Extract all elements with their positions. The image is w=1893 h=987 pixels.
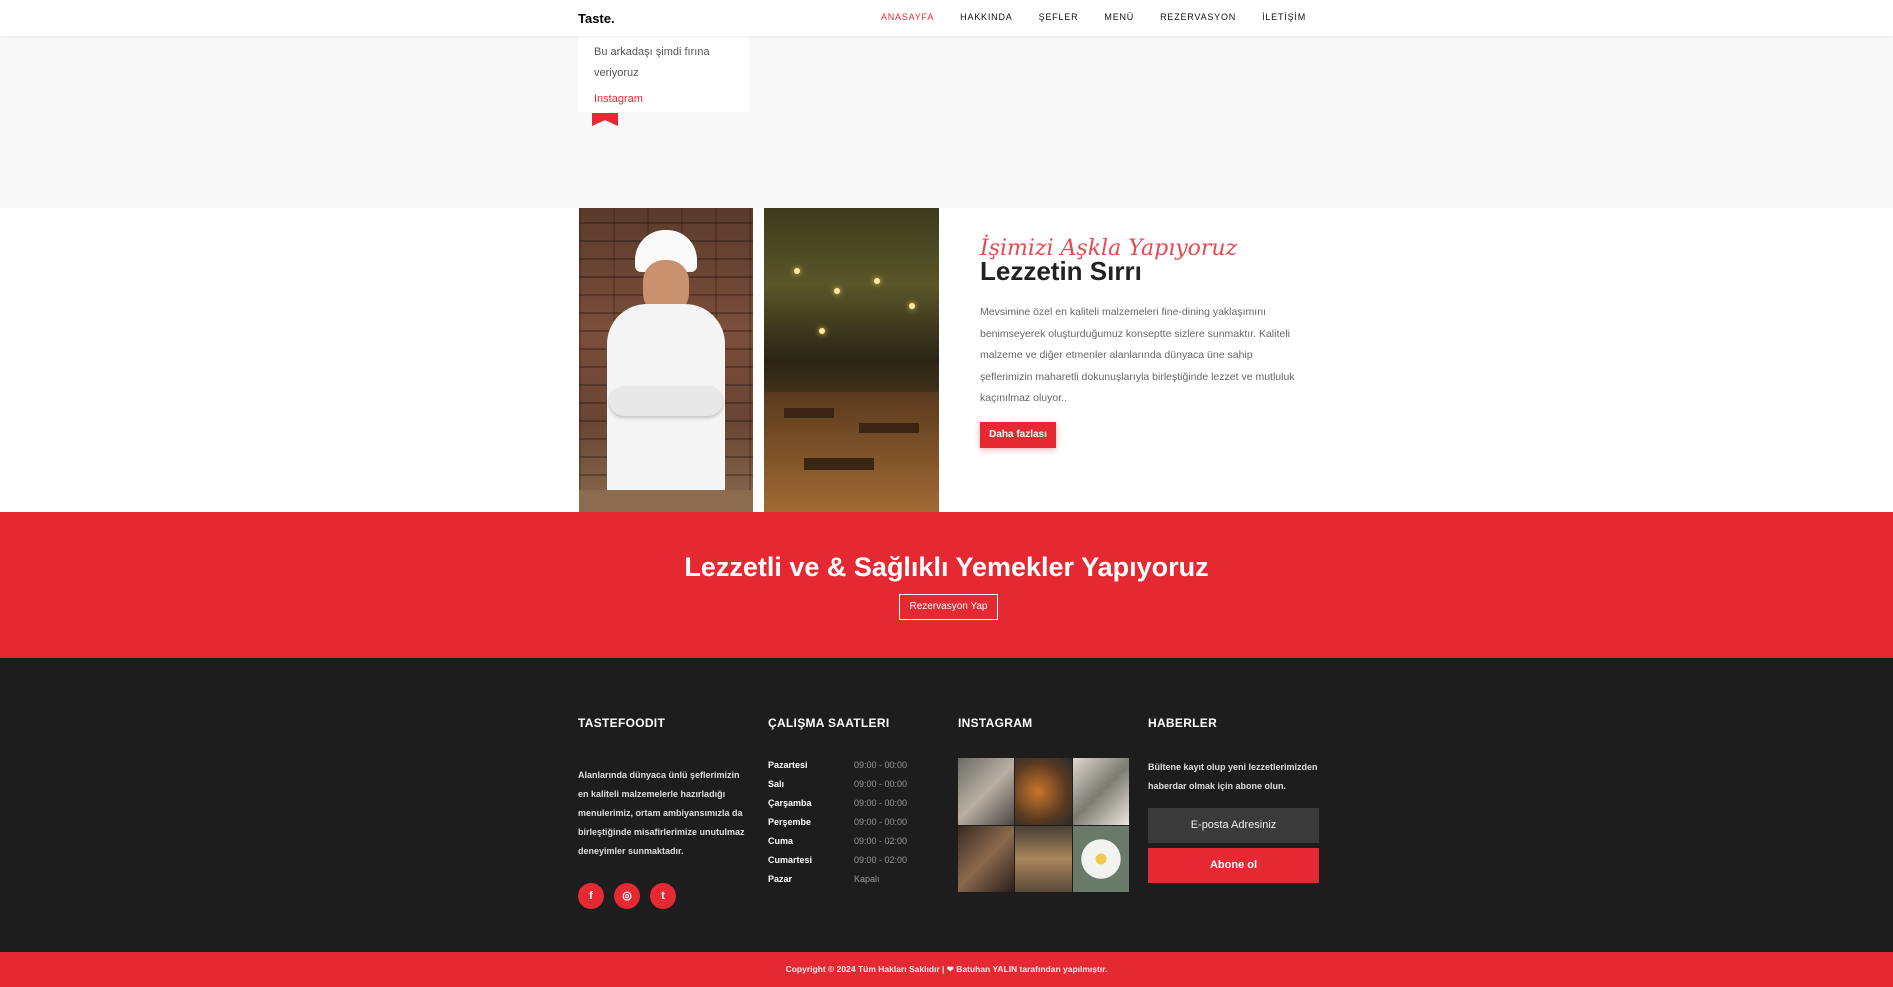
hours-day: Salı [768,779,785,789]
ceiling-light [909,303,915,309]
instagram-grid [958,758,1129,892]
hours-row: Pazar Kapalı [768,870,918,889]
hours-row: Cuma 09:00 - 02:00 [768,832,918,851]
bookmark-ribbon-icon [592,113,618,126]
newsletter-text: Bültene kayıt olup yeni lezzetlerimizden… [1148,762,1318,791]
nav-item-hakkinda[interactable]: HAKKINDA [960,12,1012,22]
main-menu: ANASAYFA HAKKINDA ŞEFLER MENÜ REZERVASYO… [881,12,1306,22]
hours-day: Çarşamba [768,798,812,808]
hours-day: Perşembe [768,817,812,827]
instagram-thumb[interactable] [1015,758,1072,825]
hours-row: Salı 09:00 - 00:00 [768,775,918,794]
hours-row: Pazartesi 09:00 - 00:00 [768,756,918,775]
section-title: Lezzetin Sırrı [980,256,1142,286]
footer-newsletter-heading: HABERLER [1148,716,1218,730]
chef-photo [579,208,753,512]
section-description: Mevsimine özel en kaliteli malzemeleri f… [980,306,1295,404]
instagram-post-card: Bu arkadaşı şimdi fırına veriyoruz Insta… [578,36,749,112]
footer-hours-heading: ÇALIŞMA SAATLERI [768,716,890,730]
hours-time: Kapalı [854,874,880,884]
ceiling-light [819,328,825,334]
nav-item-anasayfa[interactable]: ANASAYFA [881,12,934,22]
cta-banner: Lezzetli ve & Sağlıklı Yemekler Yapıyoru… [0,512,1893,658]
twitter-icon[interactable]: t [650,883,676,909]
restaurant-interior-photo [764,208,939,512]
dining-table [859,423,919,433]
hours-day: Cuma [768,836,794,846]
copyright-text: Copyright © 2024 Tüm Hakları Saklıdır | … [785,964,1108,974]
nav-item-iletisim[interactable]: İLETİŞİM [1262,12,1306,22]
hours-row: Çarşamba 09:00 - 00:00 [768,794,918,813]
instagram-link[interactable]: Instagram [594,93,733,105]
nav-item-menu[interactable]: MENÜ [1104,12,1134,22]
hours-list: Pazartesi 09:00 - 00:00 Salı 09:00 - 00:00… [768,756,918,889]
subscribe-button[interactable]: Abone ol [1148,848,1319,883]
footer-instagram: INSTAGRAM [958,716,1129,892]
instagram-thumb[interactable] [1015,825,1072,892]
hours-time: 09:00 - 00:00 [854,760,908,770]
footer-hours: ÇALIŞMA SAATLERI Pazartesi 09:00 - 00:00 … [768,716,918,889]
hours-time: 09:00 - 00:00 [854,779,908,789]
hours-time: 09:00 - 02:00 [854,836,908,846]
instagram-post-section: Bu arkadaşı şimdi fırına veriyoruz Insta… [0,36,1893,208]
facebook-icon[interactable]: f [578,883,604,909]
hours-time: 09:00 - 00:00 [854,817,908,827]
ceiling-light [794,268,800,274]
footer-instagram-heading: INSTAGRAM [958,716,1033,730]
instagram-thumb[interactable] [1072,758,1129,825]
ceiling-light [834,288,840,294]
brand-logo[interactable]: Taste. [578,11,615,26]
banner-title: Lezzetli ve & Sağlıklı Yemekler Yapıyoru… [684,552,1209,582]
instagram-thumb[interactable] [958,758,1015,825]
read-more-button[interactable]: Daha fazlası [980,422,1056,448]
about-section: İşimizi Aşkla Yapıyoruz Lezzetin Sırrı M… [0,208,1893,512]
hours-row: Perşembe 09:00 - 00:00 [768,813,918,832]
navbar: Taste. ANASAYFA HAKKINDA ŞEFLER MENÜ REZ… [0,0,1893,36]
ceiling-light [874,278,880,284]
footer-about: TASTEFOODIT Alanlarında dünyaca ünlü şef… [578,716,748,909]
hours-row: Cumartesi 09:00 - 02:00 [768,851,918,870]
footer-about-text: Alanlarında dünyaca ünlü şeflerimizin en… [578,770,745,856]
hours-day: Pazar [768,874,793,884]
kitchen-counter [579,490,753,512]
dining-table [804,458,874,470]
instagram-icon[interactable]: ◎ [614,883,640,909]
hours-time: 09:00 - 02:00 [854,855,908,865]
hours-day: Cumartesi [768,855,813,865]
footer-newsletter: HABERLER Bültene kayıt olup yeni lezzetl… [1148,716,1320,883]
post-caption-line2: veriyoruz [594,67,639,79]
social-links: f ◎ t [578,883,748,909]
footer-about-heading: TASTEFOODIT [578,716,666,730]
chef-crossed-arms [609,386,723,416]
instagram-thumb[interactable] [958,825,1015,892]
post-caption-line1: Bu arkadaşı şimdi fırına [594,46,710,58]
hours-time: 09:00 - 00:00 [854,798,908,808]
reservation-button[interactable]: Rezervasyon Yap [899,594,998,620]
email-input[interactable]: E-posta Adresiniz [1148,808,1319,843]
nav-item-sefler[interactable]: ŞEFLER [1039,12,1079,22]
footer: TASTEFOODIT Alanlarında dünyaca ünlü şef… [0,658,1893,952]
nav-item-rezervasyon[interactable]: REZERVASYON [1160,12,1236,22]
instagram-thumb[interactable] [1072,825,1129,892]
dining-table [784,408,834,418]
hours-day: Pazartesi [768,760,808,770]
copyright-bar: Copyright © 2024 Tüm Hakları Saklıdır | … [0,952,1893,987]
